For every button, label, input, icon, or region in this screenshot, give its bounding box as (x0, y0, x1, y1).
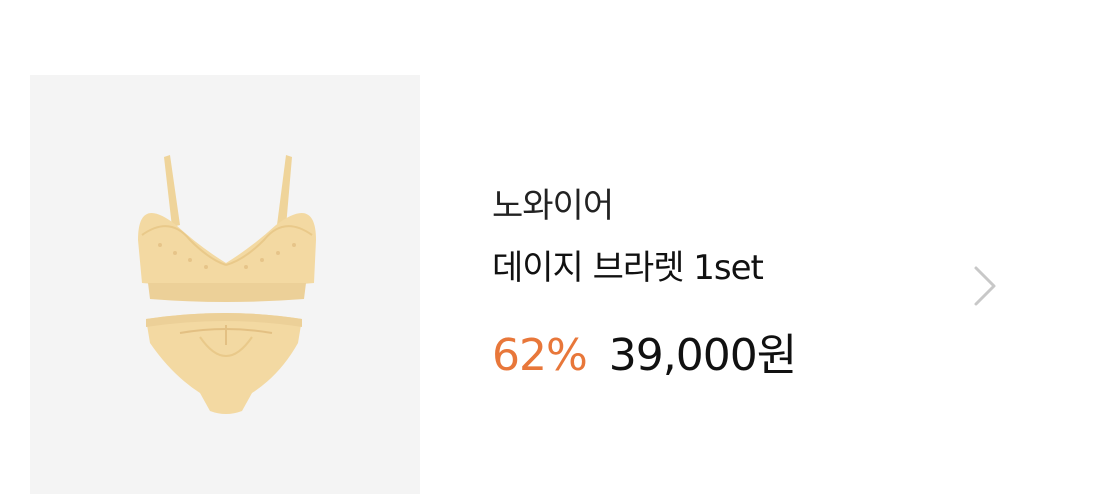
chevron-right-icon[interactable] (966, 262, 1006, 310)
product-price: 39,000원 (608, 330, 797, 381)
product-brand: 노와이어 (492, 186, 614, 226)
discount-rate: 62% (492, 330, 588, 381)
product-name[interactable]: 데이지 브라렛 1set (492, 246, 764, 290)
lingerie-set-image (138, 155, 316, 414)
product-image[interactable] (30, 75, 420, 494)
product-card[interactable]: 노와이어 데이지 브라렛 1set 62% 39,000원 (0, 0, 1100, 494)
price-row: 62% 39,000원 (492, 328, 797, 384)
